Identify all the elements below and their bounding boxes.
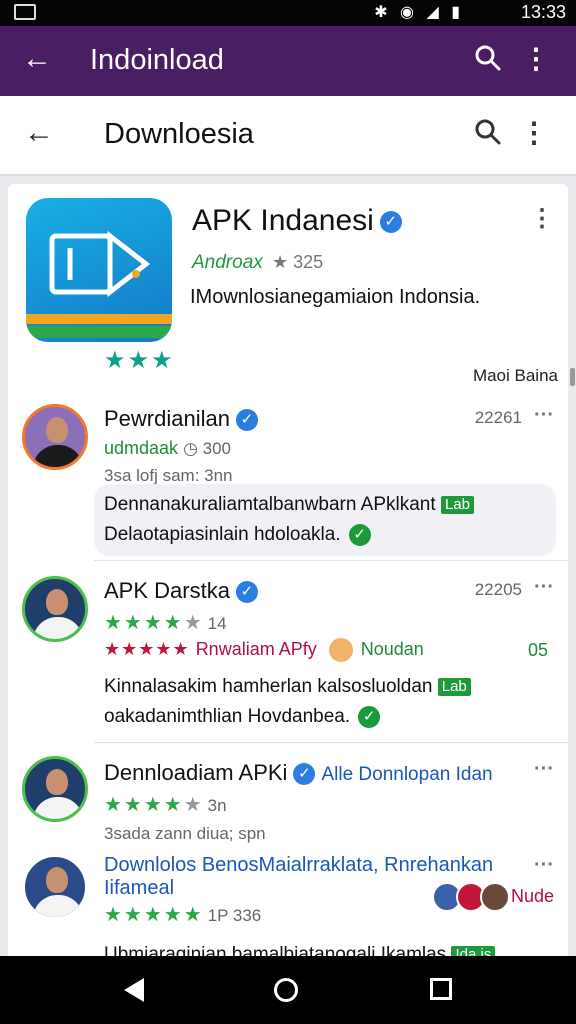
- rating-count: 1P 336: [207, 906, 262, 925]
- review-text-line2: oakadanimthlian Hovdanbea.: [104, 706, 351, 727]
- app-rating-count: ★ 325: [272, 252, 324, 272]
- tag-green-text: Noudan: [360, 638, 424, 659]
- review-meta: 3sada zann diua; spn: [104, 824, 266, 843]
- status-icons: ✱ ◉ ◢ ▮: [374, 4, 464, 21]
- review-sub-count: ◷ 300: [183, 439, 231, 458]
- search-icon[interactable]: [474, 118, 502, 151]
- avatar[interactable]: [22, 756, 88, 822]
- icon-stripe-green: [26, 326, 172, 338]
- review-bubble: Kinnalasakim hamherlan kalsosluoldan Lab…: [94, 666, 556, 738]
- reviewer-name-line2: Iifameal: [104, 877, 175, 899]
- review-text-line1: Kinnalasakim hamherlan kalsosluoldan: [104, 676, 433, 697]
- reviewer-name-text: Dennloadiam APKi: [104, 760, 288, 785]
- back-arrow-icon[interactable]: ←: [22, 42, 52, 76]
- star-rating: ★★★★★ 1P 336: [104, 902, 261, 927]
- avatar[interactable]: [22, 854, 88, 920]
- check-circle-icon: ✓: [358, 705, 381, 728]
- star-rating: ★★★★★ 3n: [104, 792, 227, 817]
- app-name: APK Indanesi ✓: [192, 204, 402, 238]
- stars-empty: ★: [183, 794, 204, 816]
- stars-filled: ★★★★: [104, 794, 184, 816]
- stars-filled: ★★★★: [104, 612, 184, 634]
- system-nav-bar: [0, 956, 576, 1024]
- reviewer-link[interactable]: Alle Donnlopan Idan: [321, 764, 492, 785]
- app-description: IMownlosianegamiaion Indonsia.: [190, 286, 481, 308]
- app-icon[interactable]: [26, 198, 172, 342]
- reviewer-name: APK Darstka ✓: [104, 578, 258, 604]
- tag-line: ★★★★★ Rnwaliam APfy Noudan: [104, 638, 424, 662]
- overflow-menu-icon[interactable]: ⋮: [520, 116, 548, 149]
- scrollbar[interactable]: [570, 368, 575, 386]
- app-name-text: APK Indanesi: [192, 204, 374, 237]
- stars-filled: ★★★★★: [104, 904, 204, 926]
- check-circle-icon: ✓: [348, 523, 371, 546]
- more-horizontal-icon[interactable]: ···: [534, 758, 554, 781]
- review-sub-text: udmdaak: [104, 438, 179, 458]
- reviewer-name-text: Pewrdianilan: [104, 406, 230, 431]
- more-label[interactable]: Maoi Baina: [473, 366, 558, 386]
- nav-home-icon[interactable]: [274, 978, 298, 1002]
- participants-label: Nude: [510, 886, 554, 906]
- divider: [94, 560, 568, 561]
- stars-empty: ★: [183, 612, 204, 634]
- review-text-line2: Delaotapiasinlain hdoloakla.: [104, 524, 341, 545]
- emoji-face-icon: [328, 638, 353, 662]
- mini-avatar: [480, 882, 510, 912]
- divider: [94, 742, 568, 743]
- search-icon[interactable]: [474, 44, 502, 77]
- review-bubble: Dennanakuraliamtalbanwbarn APklkant Lab …: [94, 484, 556, 556]
- avatar[interactable]: [22, 404, 88, 470]
- notification-icon: [14, 4, 36, 20]
- reviewer-name-text: APK Darstka: [104, 578, 230, 603]
- secondary-app-bar: ← Downloesia ⋮: [0, 96, 576, 176]
- review-text-line1: Dennanakuraliamtalbanwbarn APklkant: [104, 494, 436, 515]
- primary-app-bar: ← Indoinload ⋮: [0, 26, 576, 96]
- star-rating: ★★★★★ 14: [104, 610, 227, 635]
- tag-badge: Lab: [440, 495, 474, 514]
- reviewer-name: Dennloadiam APKi ✓ Alle Donnlopan Idan: [104, 760, 493, 786]
- reviewer-name: Pewrdianilan ✓: [104, 406, 258, 432]
- badge-number: 05: [527, 640, 548, 660]
- review-meta: 3sa lofj sam: 3nn: [104, 466, 233, 485]
- more-horizontal-icon[interactable]: ···: [534, 576, 554, 599]
- reviewer-name-text: Downlolos BenosMaialrraklata, Rnrehankan: [104, 854, 494, 876]
- rating-count: 14: [207, 614, 227, 633]
- verified-check-icon: ✓: [235, 581, 258, 604]
- app-developer[interactable]: Androax: [192, 252, 263, 274]
- status-bar: ✱ ◉ ◢ ▮ 13:33: [0, 0, 576, 26]
- review-date: 22261: [474, 408, 522, 427]
- nav-recents-icon[interactable]: [430, 978, 452, 1000]
- verified-check-icon: ✓: [379, 211, 402, 234]
- rating-count: 3n: [207, 796, 227, 815]
- review-sub: udmdaak ◷ 300: [104, 438, 231, 459]
- clock: 13:33: [520, 2, 566, 22]
- app-card: APK Indanesi ✓ Androax ★ 325 IMownlosiane…: [8, 184, 568, 964]
- red-stars: ★★★★★: [104, 638, 190, 659]
- icon-stripe-orange: [26, 314, 172, 324]
- back-arrow-icon[interactable]: ←: [24, 116, 54, 150]
- page-title: Downloesia: [104, 118, 254, 150]
- overflow-menu-icon[interactable]: ⋮: [522, 42, 550, 75]
- review-date: 22205: [474, 580, 522, 599]
- more-horizontal-icon[interactable]: ···: [534, 404, 554, 427]
- avatar[interactable]: [22, 576, 88, 642]
- app-bar-title: Indoinload: [90, 44, 224, 76]
- verified-check-icon: ✓: [293, 763, 316, 786]
- tag-badge: Lab: [437, 677, 471, 696]
- more-horizontal-icon[interactable]: ···: [534, 854, 554, 877]
- verified-check-icon: ✓: [235, 409, 258, 432]
- app-menu-icon[interactable]: ⋮: [530, 204, 554, 233]
- app-star-rating: ★★★: [104, 347, 175, 374]
- tag-text: Rnwaliam APfy: [195, 638, 317, 659]
- nav-back-icon[interactable]: [124, 978, 144, 1002]
- participant-avatars: [432, 882, 510, 912]
